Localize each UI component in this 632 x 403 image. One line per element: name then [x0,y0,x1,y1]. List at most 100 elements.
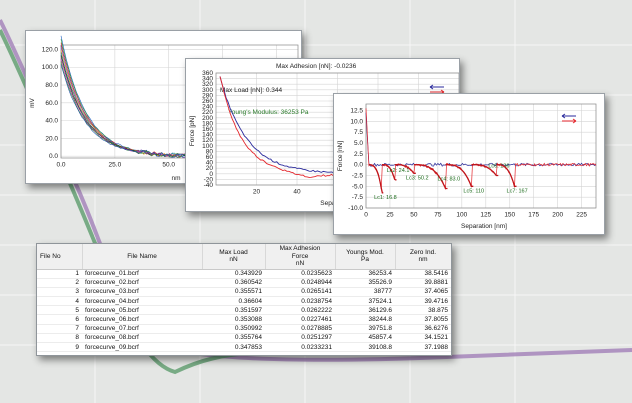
table-cell: 9 [37,342,82,353]
legend-approach-arrow-icon [561,113,576,119]
y-tick-label: 80.0 [45,82,58,89]
x-axis-label: Separation [nm] [461,223,507,230]
table-row[interactable]: 9 forcecurve_09.bcrf 0.347853 0.0233231 3910… [37,342,451,353]
chart-force-nn-approach-line [365,112,597,167]
y-tick-label: 2.5 [354,151,363,158]
x-tick-label: 50 [410,212,418,219]
table-header-row: File No File Name Max Load nN Max Adhesion … [37,244,451,270]
file-name-cell: forcecurve_02.bcrf [82,278,202,288]
x-tick-label: 25.0 [109,162,122,169]
table-cell: 37524.1 [335,296,395,307]
x-tick-label: 50.0 [162,162,175,169]
table-row[interactable]: 4 forcecurve_04.bcrf 0.36604 0.0238754 37524… [37,296,451,307]
table-cell: 7 [37,324,82,334]
column-header[interactable]: File Name [82,244,203,270]
x-tick-label: 150 [504,212,515,219]
y-tick-label: 0.0 [354,162,363,169]
y-tick-label: 60.0 [45,100,58,107]
x-tick-label: 0.0 [56,162,65,169]
file-name-cell: forcecurve_03.bcrf [82,287,202,298]
table-cell: 0.36604 [202,296,265,307]
table-cell: 8 [37,333,82,344]
column-header[interactable]: Zero Ind. nm [395,244,451,270]
column-header[interactable]: Youngs Mod. Pa [335,244,396,270]
table-row[interactable]: 3 forcecurve_03.bcrf 0.355571 0.0265141 3877… [37,287,451,298]
y-tick-label: 120.0 [42,46,59,53]
y-tick-label: 12.5 [350,108,363,115]
table-cell: 0.343929 [202,269,265,279]
column-header[interactable]: File No [37,244,83,270]
table-cell: 2 [37,278,82,288]
table-cell: 39751.8 [335,324,395,334]
y-tick-label: 40.0 [45,118,58,125]
y-axis-label: Force [nN] [337,141,344,172]
table-body: 1 forcecurve_01.bcrf 0.343929 0.0235623 3625… [37,269,451,353]
results-table-panel: File No File Name Max Load nN Max Adhesion … [36,243,452,356]
x-tick-label: 100 [456,212,467,219]
table-cell: 35526.9 [335,278,395,288]
x-tick-label: 225 [576,212,587,219]
y-tick-label: 360 [202,70,213,77]
column-header[interactable]: Max Adhesion Force nN [265,244,336,270]
chart-panel-force-nn: -10.0 -7.5 -5.0 -2.5 0.0 2.5 5.0 7.5 10.0 12.5 0 25… [333,93,605,235]
table-cell: 39.4716 [395,296,451,307]
file-name-cell: forcecurve_05.bcrf [82,305,202,316]
max-adhesion-label: Max Adhesion [nN]: -0.0236 [276,63,357,70]
y-tick-label: 10.0 [350,118,363,125]
file-name-cell: forcecurve_06.bcrf [82,314,202,325]
table-cell: 37.1988 [395,342,451,353]
table-cell: 38777 [335,287,395,298]
file-name-cell: forcecurve_09.bcrf [82,342,202,353]
wlc-fit-curve [368,164,384,194]
peak-label: Lc5: 110 [463,188,484,194]
table-cell: 6 [37,314,82,325]
table-cell: 38.875 [395,305,451,316]
table-cell: 45857.4 [335,333,395,344]
x-tick-label: 200 [552,212,563,219]
table-cell: 0.355764 [202,333,265,344]
max-load-label: Max Load [nN]: 0.344 [220,87,283,94]
y-tick-label: 0.0 [49,153,58,160]
table-cell: 0.0238754 [265,296,335,307]
chart-force-nn-svg: -10.0 -7.5 -5.0 -2.5 0.0 2.5 5.0 7.5 10.0 12.5 0 25… [337,103,597,230]
peak-label: Lc2: 24.1 [387,168,410,174]
table-cell: 0.0278885 [265,324,335,334]
table-cell: 36129.6 [335,305,395,316]
column-header[interactable]: Max Load nN [202,244,266,270]
table-cell: 36253.4 [335,269,395,279]
table-cell: 34.1521 [395,333,451,344]
table-cell: 0.347853 [202,342,265,353]
table-cell: 0.351597 [202,305,265,316]
x-tick-label: 175 [528,212,539,219]
youngs-modulus-label: Young's Modulus: 36253 Pa [228,109,309,116]
peak-label: Lc1: 16.8 [374,195,397,201]
table-cell: 38244.8 [335,314,395,325]
file-name-cell: forcecurve_07.bcrf [82,324,202,334]
table-cell: 39.8881 [395,278,451,288]
table-row[interactable]: 8 forcecurve_08.bcrf 0.355764 0.0251297 4585… [37,333,451,344]
table-row[interactable]: 1 forcecurve_01.bcrf 0.343929 0.0235623 3625… [37,269,451,279]
table-cell: 0.0265141 [265,287,335,298]
legend-approach-arrow-icon [429,84,444,90]
table-row[interactable]: 6 forcecurve_06.bcrf 0.353088 0.0227461 3824… [37,314,451,325]
y-tick-label: -5.0 [352,183,364,190]
y-tick-label: -2.5 [352,173,364,180]
x-tick-label: 0 [364,212,368,219]
table-cell: 0.0262222 [265,305,335,316]
table-row[interactable]: 2 forcecurve_02.bcrf 0.360542 0.0248944 3552… [37,278,451,288]
y-tick-label: -7.5 [352,194,364,201]
table-cell: 39108.8 [335,342,395,353]
y-tick-label: -10.0 [348,205,363,212]
table-row[interactable]: 7 forcecurve_07.bcrf 0.350992 0.0278885 3975… [37,324,451,334]
y-axis-label: Force [pN] [189,116,196,147]
y-axis-label: mV [29,97,36,107]
file-name-cell: forcecurve_04.bcrf [82,296,202,307]
table-cell: 4 [37,296,82,307]
table-cell: 0.355571 [202,287,265,298]
file-name-cell: forcecurve_01.bcrf [82,269,202,279]
table-row[interactable]: 5 forcecurve_05.bcrf 0.351597 0.0262222 3612… [37,305,451,316]
x-tick-label: 20 [253,189,261,196]
peak-label: Lc3: 50.2 [406,175,429,181]
table-cell: 0.0235623 [265,269,335,279]
y-tick-label: 5.0 [354,140,363,147]
